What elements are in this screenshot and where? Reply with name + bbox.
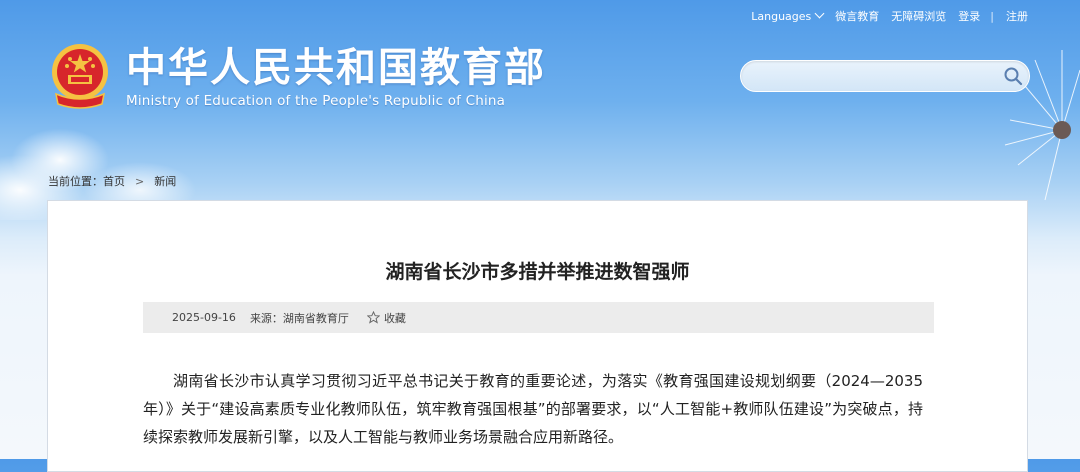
breadcrumb-prefix: 当前位置： <box>48 175 103 188</box>
favorite-label: 收藏 <box>383 311 406 325</box>
chevron-down-icon <box>814 8 825 18</box>
site-title-en: Ministry of Education of the People's Re… <box>126 93 506 109</box>
login-link[interactable]: 登录 <box>958 8 980 24</box>
breadcrumb: 当前位置： 首页 > 新闻 <box>48 173 176 189</box>
search-icon[interactable] <box>1003 66 1023 86</box>
breadcrumb-home[interactable]: 首页 <box>103 173 125 189</box>
register-link[interactable]: 注册 <box>1006 8 1028 24</box>
article-panel: 湖南省长沙市多措并举推进数智强师 2025-09-16 来源：湖南省教育厅 收藏… <box>47 200 1028 472</box>
national-emblem-icon <box>52 44 108 109</box>
wechat-link[interactable]: 微言教育 <box>835 8 879 24</box>
breadcrumb-current[interactable]: 新闻 <box>154 173 176 189</box>
article-meta-bar: 2025-09-16 来源：湖南省教育厅 收藏 <box>143 302 934 333</box>
languages-menu[interactable]: Languages <box>751 8 825 23</box>
favorite-button[interactable]: 收藏 <box>366 310 406 326</box>
accessibility-link[interactable]: 无障碍浏览 <box>891 8 946 24</box>
site-title-cn: 中华人民共和国教育部 <box>126 44 546 91</box>
search-box <box>740 60 1030 92</box>
article-source: 来源：湖南省教育厅 <box>249 311 349 325</box>
site-logo[interactable]: 中华人民共和国教育部 Ministry of Education of the … <box>48 42 546 112</box>
chevron-right-icon: > <box>135 174 145 188</box>
article-title: 湖南省长沙市多措并举推进数智强师 <box>385 261 690 283</box>
search-input[interactable] <box>753 64 997 88</box>
article-paragraph: 湖南省长沙市认真学习贯彻习近平总书记关于教育的重要论述，为落实《教育强国建设规划… <box>143 372 923 446</box>
topbar-separator: | <box>990 9 994 23</box>
top-utility-bar: Languages 微言教育 无障碍浏览 登录 | 注册 <box>739 8 1028 24</box>
publish-date: 2025-09-16 <box>172 311 236 324</box>
star-icon <box>366 311 380 324</box>
